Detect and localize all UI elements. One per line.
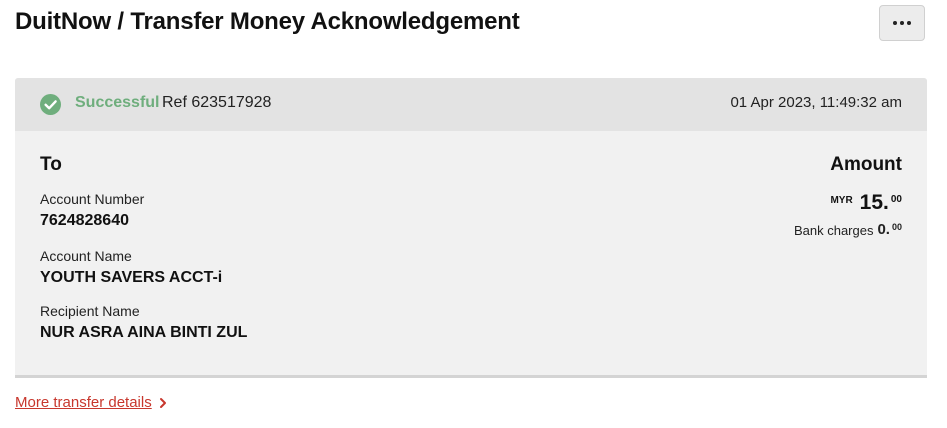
amount-cents: 00 — [890, 194, 902, 205]
transaction-timestamp: 01 Apr 2023, 11:49:32 am — [730, 94, 902, 111]
account-name-value: YOUTH SAVERS ACCT-i — [40, 269, 223, 286]
chevron-right-icon — [159, 397, 166, 408]
amount-heading: Amount — [830, 154, 902, 175]
recipient-name-value: NUR ASRA AINA BINTI ZUL — [40, 324, 248, 341]
bank-charges: Bank charges 0. 00 — [794, 221, 902, 238]
recipient-name-label: Recipient Name — [40, 303, 140, 319]
bank-charges-cents: 00 — [891, 222, 902, 232]
more-options-button[interactable] — [879, 5, 925, 41]
account-name-label: Account Name — [40, 248, 132, 264]
account-number-value: 7624828640 — [40, 212, 129, 229]
status-bar: Successful Ref 623517928 01 Apr 2023, 11… — [15, 78, 927, 131]
account-number-label: Account Number — [40, 191, 145, 207]
check-circle-icon — [40, 94, 61, 115]
page-title: DuitNow / Transfer Money Acknowledgement — [15, 8, 520, 35]
acknowledgement-page: DuitNow / Transfer Money Acknowledgement… — [0, 0, 947, 428]
bank-charges-label: Bank charges — [793, 223, 874, 238]
transfer-amount: MYR 15. 00 — [830, 190, 902, 216]
transfer-summary-card: Successful Ref 623517928 01 Apr 2023, 11… — [15, 78, 927, 378]
more-transfer-details-link[interactable]: More transfer details — [15, 394, 168, 411]
more-transfer-details-label[interactable]: More transfer details — [15, 394, 152, 411]
recipient-heading: To — [40, 154, 62, 175]
bank-charges-value: 0. — [877, 221, 890, 238]
more-horizontal-icon — [893, 21, 911, 25]
reference-number: Ref 623517928 — [162, 94, 272, 111]
status-label: Successful — [75, 94, 160, 111]
currency-code: MYR — [830, 195, 853, 206]
amount-value: 15. — [859, 191, 889, 214]
